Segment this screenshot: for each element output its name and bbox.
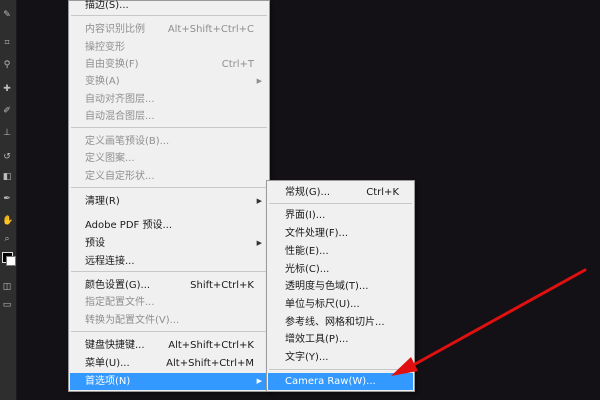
edit-menu-item[interactable]: 键盘快捷键... Alt+Shift+Ctrl+K: [70, 337, 268, 354]
preferences-menu-item-label: 常规(G)...: [285, 187, 331, 198]
edit-menu-item-label: 菜单(U)...: [85, 358, 130, 369]
screen-mode-icon[interactable]: ▭: [2, 300, 12, 310]
preferences-menu-item[interactable]: 文字(Y)...: [268, 349, 413, 366]
edit-menu-item-label: 键盘快捷键...: [85, 340, 145, 351]
edit-menu-item-shortcut: Shift+Ctrl+K: [190, 280, 254, 291]
edit-menu-item-label: 自动混合图层...: [85, 111, 155, 122]
edit-menu-item-label: 变换(A): [85, 76, 120, 87]
edit-menu-item[interactable]: 预设 ▶: [70, 235, 268, 252]
edit-menu-item-label: 首选项(N): [85, 376, 131, 387]
preferences-menu-item-label: 单位与标尺(U)...: [285, 299, 360, 310]
quick-mask-icon[interactable]: ◫: [2, 282, 12, 292]
preferences-menu-item[interactable]: 单位与标尺(U)...: [268, 296, 413, 313]
crop-tool-icon[interactable]: ⌗: [2, 38, 12, 48]
zoom-tool-icon[interactable]: ⌕: [2, 234, 12, 244]
preferences-menu-item-label: 增效工具(P)...: [285, 334, 349, 345]
eraser-tool-icon[interactable]: ◧: [2, 172, 12, 182]
preferences-menu-item[interactable]: 光标(C)...: [268, 261, 413, 278]
preferences-menu-item[interactable]: Camera Raw(W)...: [268, 373, 413, 390]
submenu-arrow-icon: ▶: [256, 77, 262, 85]
history-brush-tool-icon[interactable]: ↺: [2, 152, 12, 162]
pen-tool-icon[interactable]: ✒: [2, 194, 12, 204]
preferences-menu-item-label: 文字(Y)...: [285, 352, 329, 363]
preferences-menu-item-label: 透明度与色域(T)...: [285, 281, 369, 292]
edit-menu-item[interactable]: 指定配置文件...: [70, 294, 268, 311]
edit-menu-item[interactable]: 自动对齐图层...: [70, 91, 268, 108]
edit-menu-item-label: Adobe PDF 预设...: [85, 220, 173, 231]
edit-menu-item-label: 远程连接...: [85, 256, 135, 267]
preferences-menu-item-label: 参考线、网格和切片...: [285, 317, 385, 328]
healing-brush-tool-icon[interactable]: ✚: [2, 84, 12, 94]
submenu-arrow-icon: ▶: [256, 377, 262, 385]
edit-menu-item[interactable]: 定义图案...: [70, 150, 268, 167]
quick-selection-tool-icon[interactable]: ✎: [2, 10, 12, 20]
preferences-menu-item-label: 界面(I)...: [285, 210, 326, 221]
preferences-menu-item[interactable]: 文件处理(F)...: [268, 225, 413, 242]
edit-menu-item[interactable]: 颜色设置(G)... Shift+Ctrl+K: [70, 277, 268, 294]
edit-menu-item-label: 自由变换(F): [85, 59, 139, 70]
submenu-arrow-icon: ▶: [256, 239, 262, 247]
edit-menu-item[interactable]: 操控变形: [70, 39, 268, 56]
edit-menu-item[interactable]: 菜单(U)... Alt+Shift+Ctrl+M: [70, 355, 268, 372]
submenu-arrow-icon: ▶: [256, 197, 262, 205]
edit-menu-item[interactable]: 自动混合图层...: [70, 108, 268, 125]
edit-menu-item[interactable]: 定义自定形状...: [70, 168, 268, 185]
menu-separator: [71, 331, 267, 332]
edit-menu-item[interactable]: 转换为配置文件(V)...: [70, 312, 268, 329]
menu-separator: [71, 15, 267, 16]
menu-separator: [71, 127, 267, 128]
edit-menu-item-label: 定义图案...: [85, 153, 135, 164]
preferences-menu-item-shortcut: Ctrl+K: [366, 187, 399, 198]
edit-menu-item[interactable]: 内容识别比例 Alt+Shift+Ctrl+C: [70, 21, 268, 38]
preferences-menu-item-label: 性能(E)...: [285, 246, 329, 257]
edit-menu-item-label: 定义画笔预设(B)...: [85, 136, 170, 147]
menu-separator: [269, 203, 412, 204]
preferences-menu-item[interactable]: 透明度与色域(T)...: [268, 278, 413, 295]
edit-menu-item-label: 操控变形: [85, 42, 125, 53]
tools-panel: ✎ ⌗ ⚲ ✚ ✐ ⊥ ↺ ◧ ✒ ✋ ⌕ ◫ ▭: [0, 0, 17, 400]
edit-menu-item-label: 自动对齐图层...: [85, 94, 155, 105]
edit-menu-item[interactable]: 变换(A) ▶: [70, 73, 268, 90]
edit-menu-item-shortcut: Alt+Shift+Ctrl+C: [167, 24, 254, 35]
preferences-menu-item[interactable]: 增效工具(P)...: [268, 331, 413, 348]
edit-menu-item-label: 颜色设置(G)...: [85, 280, 151, 291]
edit-menu-item-label: 指定配置文件...: [85, 297, 155, 308]
preferences-menu-item[interactable]: 界面(I)...: [268, 207, 413, 224]
preferences-menu-item[interactable]: 性能(E)...: [268, 243, 413, 260]
edit-menu-item-label: 清理(R): [85, 196, 120, 207]
edit-menu-item[interactable]: 远程连接...: [70, 253, 268, 270]
eyedropper-tool-icon[interactable]: ⚲: [2, 60, 12, 70]
menu-separator: [71, 271, 267, 272]
menu-separator: [269, 369, 412, 370]
background-color-swatch[interactable]: [6, 256, 16, 266]
hand-tool-icon[interactable]: ✋: [2, 216, 13, 226]
preferences-menu-item-label: 光标(C)...: [285, 264, 330, 275]
edit-menu-item[interactable]: 定义画笔预设(B)...: [70, 133, 268, 150]
preferences-menu-item[interactable]: 参考线、网格和切片...: [268, 314, 413, 331]
edit-menu-item-label: 描边(S)...: [85, 0, 129, 11]
edit-menu-item[interactable]: 首选项(N) ▶: [70, 373, 268, 390]
menu-separator: [71, 187, 267, 188]
preferences-submenu: 常规(G)... Ctrl+K 界面(I)... 文件处理(F)... 性能(E)...…: [266, 180, 415, 392]
edit-menu-item[interactable]: 描边(S)...: [70, 0, 268, 14]
edit-menu-item[interactable]: 清理(R) ▶: [70, 193, 268, 210]
brush-tool-icon[interactable]: ✐: [2, 106, 12, 116]
edit-menu-item-shortcut: Ctrl+T: [221, 59, 254, 70]
preferences-menu-item[interactable]: 常规(G)... Ctrl+K: [268, 184, 413, 201]
edit-menu-item[interactable]: Adobe PDF 预设...: [70, 217, 268, 234]
edit-menu-item-label: 内容识别比例: [85, 24, 145, 35]
edit-menu-item-label: 转换为配置文件(V)...: [85, 315, 180, 326]
preferences-menu-item-label: 文件处理(F)...: [285, 228, 349, 239]
edit-menu-item-shortcut: Alt+Shift+Ctrl+K: [168, 340, 254, 351]
preferences-menu-item-label: Camera Raw(W)...: [285, 376, 376, 387]
edit-menu-item-shortcut: Alt+Shift+Ctrl+M: [166, 358, 254, 369]
edit-menu-item-label: 定义自定形状...: [85, 171, 155, 182]
clone-stamp-tool-icon[interactable]: ⊥: [2, 128, 12, 138]
edit-menu-item-label: 预设: [85, 238, 105, 249]
edit-menu: 描边(S)... 内容识别比例 Alt+Shift+Ctrl+C 操控变形自由变换(F…: [68, 0, 270, 392]
edit-menu-item[interactable]: 自由变换(F) Ctrl+T: [70, 56, 268, 73]
